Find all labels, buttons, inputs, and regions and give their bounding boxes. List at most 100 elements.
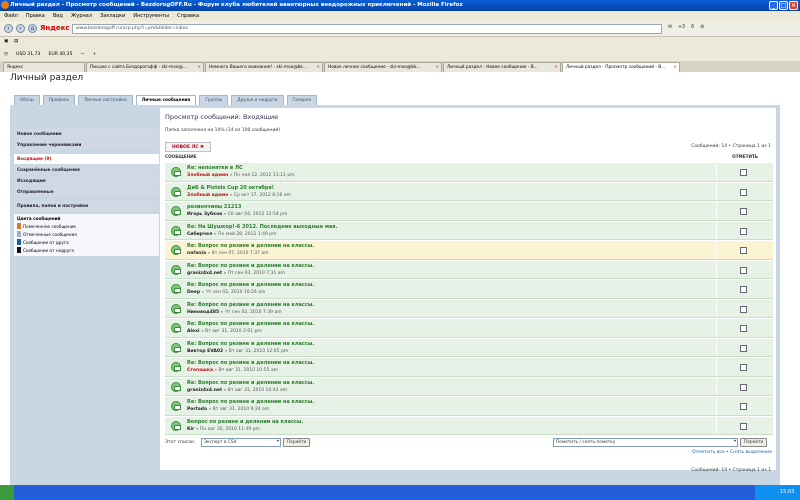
mark-checkbox[interactable] <box>740 305 747 313</box>
mark-checkbox[interactable] <box>740 383 747 391</box>
sidebar-item-outbox[interactable]: Исходящие <box>14 176 159 186</box>
forward-icon[interactable]: › <box>16 24 25 33</box>
message-author[interactable]: Alexi <box>187 329 200 334</box>
sidebar-item-inbox[interactable]: Входящие (9) <box>14 154 159 164</box>
message-subject[interactable]: Re: непонятки в ЛС <box>187 165 243 171</box>
mark-checkbox[interactable] <box>740 344 747 352</box>
message-subject[interactable]: Re: Вопрос по резине и делении на классы… <box>187 360 314 366</box>
table-row[interactable]: Re: непонятки в ЛС Злобный админ » Пн ноя… <box>165 162 773 182</box>
tab-4[interactable]: Личный раздел - Новое сообщение - B... × <box>443 62 561 72</box>
table-row[interactable]: Вопрос по резине и делении на классы. Kir… <box>165 415 773 435</box>
message-author[interactable]: Сибирчел <box>187 232 212 237</box>
table-row[interactable]: резиночины 21213 Игорь Зубков » Сб авг 04… <box>165 201 773 221</box>
settings-icon[interactable]: ⚙ <box>700 25 704 30</box>
eur-rate[interactable]: EUR 40,35 <box>48 52 72 57</box>
mark-checkbox[interactable] <box>740 422 747 430</box>
mark-checkbox[interactable] <box>740 403 747 410</box>
message-subject[interactable]: Re: На Шушкор!-6 2012. Последние выходны… <box>187 224 337 230</box>
sidebar-item-sent[interactable]: Отправленные <box>14 187 159 197</box>
menu-view[interactable]: Вид <box>53 13 63 21</box>
table-row[interactable]: Re: На Шушкор!-6 2012. Последние выходны… <box>165 220 773 240</box>
menu-help[interactable]: Справка <box>177 13 199 21</box>
tab-2[interactable]: Немного Вашего внимания! - zki-moo@bk...… <box>205 62 323 72</box>
close-button[interactable]: × <box>789 1 798 10</box>
table-row[interactable]: Re: Вопрос по резине и делении на классы… <box>165 396 773 416</box>
tab-preferences[interactable]: Личные настройки <box>78 95 133 105</box>
mark-checkbox[interactable] <box>740 227 747 235</box>
mark-checkbox[interactable] <box>740 364 747 371</box>
zoom-out-icon[interactable]: − <box>81 52 85 57</box>
message-author[interactable]: nafania <box>187 251 206 256</box>
message-author[interactable]: graniz4x4.net <box>187 388 222 393</box>
mark-checkbox[interactable] <box>740 266 747 274</box>
message-subject[interactable]: резиночины 21213 <box>187 204 241 210</box>
sidebar-item-saved[interactable]: Сохранённые сообщения <box>14 165 159 175</box>
message-author[interactable]: Виктор EVA02 <box>187 349 223 354</box>
new-pm-button[interactable]: НОВОЕ ЛС ✱ <box>165 142 211 152</box>
mark-checkbox[interactable] <box>740 208 747 215</box>
menu-tools[interactable]: Инструменты <box>133 13 169 21</box>
message-subject[interactable]: ДиБ & Pistols Cup 20 октября! <box>187 185 274 191</box>
table-row[interactable]: Re: Вопрос по резине и делении на классы… <box>165 279 773 299</box>
mark-checkbox[interactable] <box>740 247 747 254</box>
message-author[interactable]: Portada <box>187 407 207 412</box>
table-row[interactable]: ДиБ & Pistols Cup 20 октября! Злобный адм… <box>165 181 773 201</box>
mark-checkbox[interactable] <box>740 188 747 196</box>
message-author[interactable]: Deep <box>187 290 200 295</box>
mark-go-button[interactable]: Перейти <box>740 438 768 447</box>
message-subject[interactable]: Re: Вопрос по резине и делении на классы… <box>187 243 314 249</box>
back-icon[interactable]: ‹ <box>4 24 13 33</box>
message-subject[interactable]: Re: Вопрос по резине и делении на классы… <box>187 282 314 288</box>
export-go-button[interactable]: Перейти <box>283 438 311 447</box>
table-row[interactable]: Re: Вопрос по резине и делении на классы… <box>165 337 773 357</box>
sidebar-item-rules[interactable]: Правила, папки и настройки <box>14 201 159 211</box>
envelope-counter[interactable]: 6 <box>691 25 694 30</box>
message-author[interactable]: Степашка <box>187 368 213 373</box>
message-author[interactable]: graniz4x4.net <box>187 271 222 276</box>
bookmark-icon[interactable]: ▣ <box>4 39 8 44</box>
message-subject[interactable]: Re: Вопрос по резине и делении на классы… <box>187 341 314 347</box>
message-subject[interactable]: Re: Вопрос по резине и делении на классы… <box>187 380 314 386</box>
table-row[interactable]: Re: Вопрос по резине и делении на классы… <box>165 259 773 279</box>
table-row[interactable]: Re: Вопрос по резине и делении на классы… <box>165 298 773 318</box>
message-author[interactable]: Ниновод485 <box>187 310 219 315</box>
minimize-button[interactable]: _ <box>769 1 778 10</box>
mark-all-link[interactable]: Отметить все • Снять выделение <box>692 450 772 455</box>
tab-private-messages[interactable]: Личные сообщения <box>135 95 197 105</box>
message-subject[interactable]: Re: Вопрос по резине и делении на классы… <box>187 321 314 327</box>
message-author[interactable]: Игорь Зубков <box>187 212 222 217</box>
message-author[interactable]: Злобный админ <box>187 173 228 178</box>
tab-overview[interactable]: Обзор <box>14 95 40 105</box>
export-select[interactable]: Экспорт в CSV <box>201 438 281 447</box>
clock-icon[interactable]: ◷ <box>4 52 8 57</box>
start-button[interactable] <box>0 485 14 500</box>
message-subject[interactable]: Re: Вопрос по резине и делении на классы… <box>187 399 314 405</box>
sidebar-item-drafts[interactable]: Управление черновиками <box>14 140 159 150</box>
home-icon[interactable]: ⌂ <box>28 24 37 33</box>
mail-icon[interactable]: ✉ <box>668 25 672 30</box>
mark-checkbox[interactable] <box>740 325 747 332</box>
sidebar-item-new-message[interactable]: Новое сообщение <box>14 129 159 139</box>
table-row[interactable]: Re: Вопрос по резине и делении на классы… <box>165 357 773 377</box>
table-row[interactable]: Re: Вопрос по резине и делении на классы… <box>165 376 773 396</box>
yandex-logo[interactable]: Яндекс <box>40 24 72 34</box>
table-row[interactable]: Re: Вопрос по резине и делении на классы… <box>165 240 773 260</box>
zoom-in-icon[interactable]: + <box>92 52 96 57</box>
bookmark-item[interactable]: ▤ <box>14 39 18 44</box>
menu-file[interactable]: Файл <box>4 13 18 21</box>
mark-checkbox[interactable] <box>740 169 747 176</box>
tab-friends[interactable]: Друзья и недруги <box>231 95 284 105</box>
maximize-button[interactable]: □ <box>779 1 788 10</box>
message-subject[interactable]: Вопрос по резине и делении на классы. <box>187 419 303 425</box>
url-field[interactable]: www.bezdorogoff.ru/ucp.php?i=pm&folder=i… <box>72 24 662 34</box>
tab-profile[interactable]: Профиль <box>42 95 76 105</box>
tab-5-active[interactable]: Личный раздел - Просмотр сообщений - B..… <box>562 62 680 72</box>
tab-yandex[interactable]: Яндекс <box>3 62 85 72</box>
tab-groups[interactable]: Группы <box>199 95 229 105</box>
menu-edit[interactable]: Правка <box>26 13 45 21</box>
message-subject[interactable]: Re: Вопрос по резине и делении на классы… <box>187 263 314 269</box>
message-author[interactable]: Kir <box>187 427 194 432</box>
message-author[interactable]: Злобный админ <box>187 193 228 198</box>
tab-3[interactable]: Новое личное сообщение - zki-moo@bk... × <box>324 62 442 72</box>
tab-gallery[interactable]: Галерея <box>286 95 318 105</box>
